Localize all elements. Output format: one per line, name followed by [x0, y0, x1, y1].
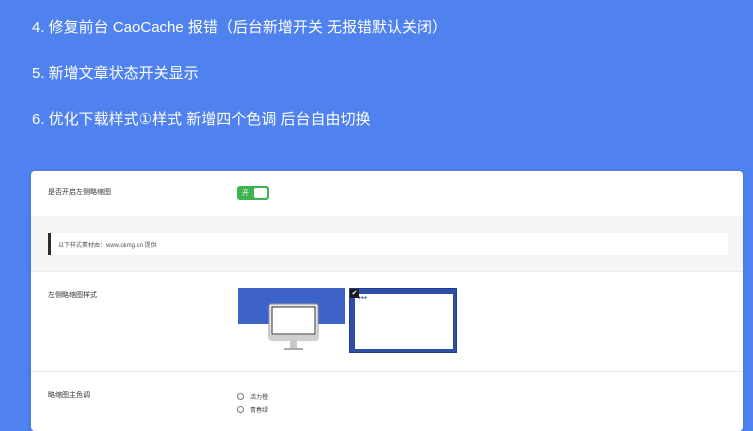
radio-circle-icon[interactable] — [237, 393, 244, 400]
thumbnail-style-option-1[interactable] — [238, 288, 345, 354]
toggle-knob — [254, 188, 267, 198]
radio-circle-icon[interactable] — [237, 406, 244, 413]
thumbnail-style-label: 左侧略缩图样式 — [48, 292, 97, 299]
color-option-label: 青春绿 — [250, 408, 269, 414]
toggle-state-text: 开 — [242, 190, 249, 197]
changelog-item-6: 6. 优化下载样式①样式 新增四个色调 后台自由切换 — [32, 111, 371, 128]
divider — [31, 271, 743, 272]
style-preview-canvas — [355, 294, 453, 349]
color-option-label: 活力橙 — [250, 395, 269, 401]
thumbnail-toggle-switch[interactable]: 开 — [237, 186, 269, 200]
checkmark-icon: ✔ — [350, 289, 359, 298]
divider — [31, 371, 743, 372]
color-option-orange[interactable]: 活力橙 — [237, 390, 268, 403]
changelog-notes: 4. 修复前台 CaoCache 报错（后台新增开关 无报错默认关闭） 5. 新… — [32, 18, 447, 156]
thumbnail-color-radio-group: 活力橙 青春绿 — [237, 390, 268, 416]
thumbnail-style-option-2[interactable]: ●●● ✔ — [349, 288, 457, 353]
changelog-item-4: 4. 修复前台 CaoCache 报错（后台新增开关 无报错默认关闭） — [32, 19, 448, 36]
thumbnail-color-label: 略缩图主色调 — [48, 392, 90, 399]
changelog-item-5: 5. 新增文章状态开关显示 — [32, 65, 199, 82]
settings-panel: 是否开启左侧略缩图 开 以下样式素材由：www.okmg.cn 提供 左侧略缩图… — [31, 171, 743, 431]
notice-text: 以下样式素材由：www.okmg.cn 提供 — [58, 243, 157, 249]
notice-box: 以下样式素材由：www.okmg.cn 提供 — [48, 233, 728, 255]
thumbnail-toggle-label: 是否开启左侧略缩图 — [48, 189, 111, 196]
window-dots-icon: ●●● — [358, 295, 368, 301]
imac-illustration-icon — [268, 303, 319, 350]
color-option-green[interactable]: 青春绿 — [237, 403, 268, 416]
